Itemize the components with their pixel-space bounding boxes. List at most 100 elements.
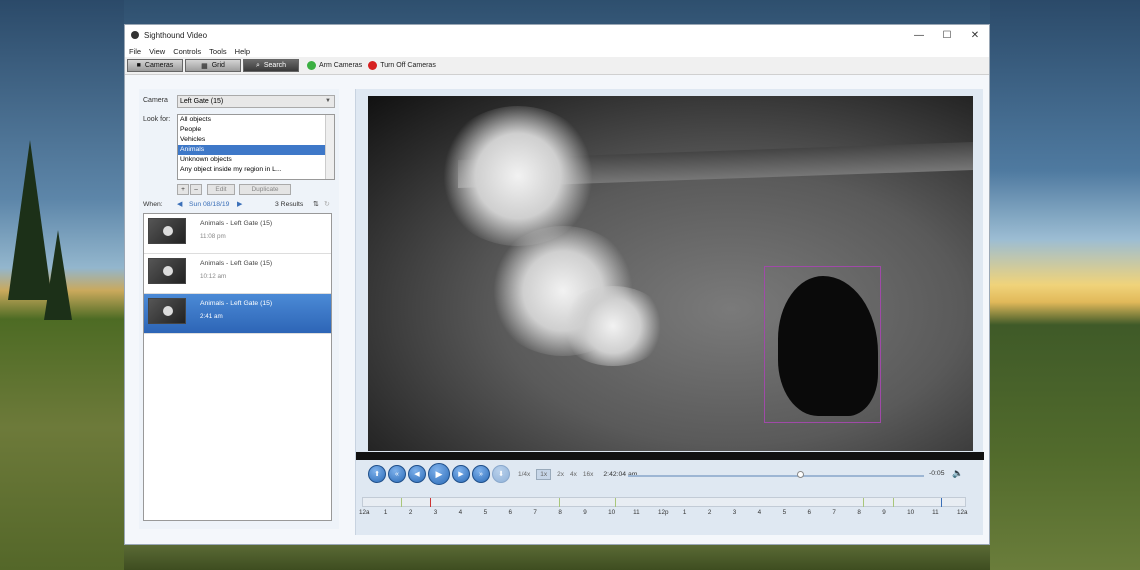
remove-rule-button[interactable]: – [190, 184, 202, 195]
bush-image [558, 286, 668, 366]
look-option-all[interactable]: All objects [178, 115, 334, 125]
video-player[interactable] [368, 96, 973, 451]
date-link[interactable]: Sun 08/18/19 [189, 201, 229, 208]
next-clip-button[interactable]: ⬇ [492, 465, 510, 483]
timeline-label: 10 [608, 509, 616, 516]
timeline-label: 11 [932, 509, 939, 516]
timeline-label: 8 [857, 509, 861, 516]
volume-icon[interactable]: 🔈 [952, 468, 963, 479]
prev-clip-button[interactable]: ⬆ [368, 465, 386, 483]
maximize-button[interactable]: ☐ [933, 30, 961, 41]
result-title: Animals - Left Gate (15) [200, 220, 273, 227]
play-button[interactable]: ▶ [428, 463, 450, 485]
forward-30-button[interactable]: » [472, 465, 490, 483]
tab-search[interactable]: ⌕ Search [243, 59, 299, 72]
timeline-event[interactable] [559, 498, 560, 507]
window-title: Sighthound Video [144, 30, 208, 40]
result-thumbnail [148, 258, 186, 284]
result-time: 2:41 am [200, 313, 223, 320]
menu-file[interactable]: File [129, 47, 141, 56]
playback-slider[interactable] [628, 471, 924, 478]
rewind-30-button[interactable]: « [388, 465, 406, 483]
when-label: When: [143, 201, 163, 208]
result-item[interactable]: Animals - Left Gate (15) 11:08 pm [144, 214, 331, 254]
close-button[interactable]: ✕ [961, 30, 989, 41]
minimize-button[interactable]: — [905, 30, 933, 41]
result-title: Animals - Left Gate (15) [200, 300, 273, 307]
timeline-label: 10 [907, 509, 915, 516]
menu-help[interactable]: Help [235, 47, 250, 56]
result-item[interactable]: Animals - Left Gate (15) 10:12 am [144, 254, 331, 294]
speed-4x[interactable]: 4x [570, 471, 577, 478]
timeline-label: 3 [433, 509, 438, 516]
look-option-animals[interactable]: Animals [178, 145, 334, 155]
detection-box [764, 266, 881, 423]
chevron-down-icon: ▼ [325, 98, 331, 104]
speed-16x[interactable]: 16x [583, 471, 593, 478]
grid-icon: ▦ [201, 62, 208, 70]
timeline-label: 1 [383, 509, 388, 516]
look-option-unknown[interactable]: Unknown objects [178, 155, 334, 165]
menu-bar: File View Controls Tools Help [125, 45, 989, 57]
next-day-icon[interactable]: ▶ [237, 200, 242, 208]
speed-1x[interactable]: 1x [536, 468, 552, 480]
tab-cameras[interactable]: ■ Cameras [127, 59, 183, 72]
timeline-label: 3 [732, 509, 737, 516]
look-option-vehicles[interactable]: Vehicles [178, 135, 334, 145]
timeline-labels: 12a 1 2 3 4 5 6 7 8 9 10 11 12p 1 2 3 4 5 6 7 8 9 10 11 12a [356, 509, 984, 519]
add-rule-button[interactable]: + [177, 184, 189, 195]
camera-select-value: Left Gate (15) [180, 98, 224, 105]
menu-controls[interactable]: Controls [173, 47, 201, 56]
result-item-selected[interactable]: Animals - Left Gate (15) 2:41 am [144, 294, 331, 334]
step-back-button[interactable]: ◀ [408, 465, 426, 483]
turn-off-cameras-label: Turn Off Cameras [380, 62, 436, 69]
green-status-icon [307, 61, 316, 70]
when-row: When: ◀ Sun 08/18/19 ▶ 3 Results ⇅ ↻ [143, 199, 335, 211]
arm-cameras-button[interactable]: Arm Cameras [307, 61, 362, 70]
tab-cameras-label: Cameras [144, 62, 174, 69]
result-time: 10:12 am [200, 273, 227, 280]
tab-grid[interactable]: ▦ Grid [185, 59, 241, 72]
timeline-label: 4 [757, 509, 762, 516]
step-forward-button[interactable]: ▶ [452, 465, 470, 483]
timeline-label: 1 [682, 509, 687, 516]
look-option-region[interactable]: Any object inside my region in L... [178, 165, 334, 175]
tab-grid-label: Grid [211, 62, 225, 69]
remaining-time: -0:05 [929, 470, 945, 477]
menu-view[interactable]: View [149, 47, 165, 56]
pine-tree [44, 230, 72, 320]
turn-off-cameras-button[interactable]: Turn Off Cameras [368, 61, 436, 70]
menu-tools[interactable]: Tools [209, 47, 227, 56]
look-for-list[interactable]: All objects People Vehicles Animals Unkn… [177, 114, 335, 180]
refresh-icon[interactable]: ↻ [324, 200, 330, 208]
speed-quarter[interactable]: 1/4x [518, 471, 530, 478]
timeline-event[interactable] [863, 498, 864, 507]
look-option-people[interactable]: People [178, 125, 334, 135]
timeline-event[interactable] [893, 498, 894, 507]
timeline-label: 4 [458, 509, 463, 516]
timeline-label: 7 [533, 509, 537, 516]
edit-button[interactable]: Edit [207, 184, 235, 195]
red-status-icon [368, 61, 378, 70]
sort-icon[interactable]: ⇅ [313, 200, 319, 208]
camera-select[interactable]: Left Gate (15) ▼ [177, 95, 335, 108]
timeline-label: 9 [882, 509, 886, 516]
video-bottom-bar [356, 452, 984, 460]
timeline-label: 9 [583, 509, 587, 516]
day-timeline[interactable] [362, 497, 966, 507]
result-thumbnail [148, 298, 186, 324]
toolbar: ■ Cameras ▦ Grid ⌕ Search Arm Cameras Turn … [125, 57, 989, 75]
timeline-label: 7 [832, 509, 836, 516]
results-list: Animals - Left Gate (15) 11:08 pm Animals… [143, 213, 332, 521]
timeline-event[interactable] [941, 498, 942, 507]
timeline-label: 5 [782, 509, 787, 516]
speed-2x[interactable]: 2x [557, 471, 564, 478]
prev-day-icon[interactable]: ◀ [177, 200, 182, 208]
timeline-label: 8 [558, 509, 562, 516]
timeline-event[interactable] [615, 498, 616, 507]
slider-knob[interactable] [796, 471, 804, 478]
duplicate-button[interactable]: Duplicate [239, 184, 291, 195]
search-icon: ⌕ [255, 61, 260, 69]
timeline-event[interactable] [401, 498, 402, 507]
list-scrollbar[interactable] [325, 115, 334, 179]
